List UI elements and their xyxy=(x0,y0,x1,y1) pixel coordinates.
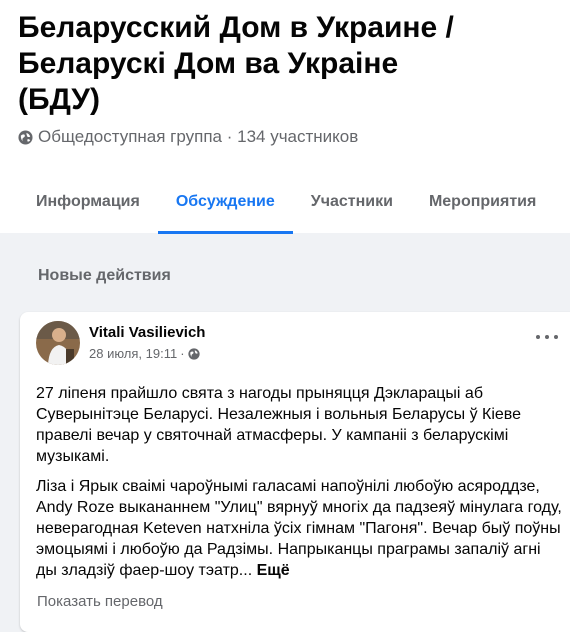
see-more-link[interactable]: Ещё xyxy=(257,562,290,579)
author-block: Vitali Vasilievich 28 июля, 19:11 · xyxy=(89,321,205,365)
section-label: Новые действия xyxy=(38,267,171,284)
tab-members[interactable]: Участники xyxy=(293,170,411,234)
post-header: Vitali Vasilievich 28 июля, 19:11 · xyxy=(20,312,570,365)
member-count[interactable]: 134 участников xyxy=(237,127,358,147)
group-tabs: Информация Обсуждение Участники Мероприя… xyxy=(18,169,554,234)
globe-icon xyxy=(18,129,33,145)
date-separator: · xyxy=(180,346,185,361)
avatar[interactable] xyxy=(36,321,80,365)
group-meta: Общедоступная группа · 134 участников xyxy=(18,127,552,147)
feed-post: Vitali Vasilievich 28 июля, 19:11 · 27 л… xyxy=(20,312,570,632)
post-date[interactable]: 28 июля, 19:11 xyxy=(89,346,177,361)
dot xyxy=(554,335,558,339)
post-paragraph-text: Ліза і Ярык сваімі чароўнымі галасамі на… xyxy=(36,478,562,579)
more-options-icon[interactable] xyxy=(536,332,558,342)
globe-icon xyxy=(187,347,200,360)
group-title[interactable]: Беларусский Дом в Украине / Беларускі До… xyxy=(18,10,552,118)
post-text: 27 ліпеня прайшло свята з нагоды прыняцц… xyxy=(20,365,570,581)
avatar-image xyxy=(36,321,80,365)
dot xyxy=(536,335,540,339)
post-paragraph: Ліза і Ярык сваімі чароўнымі галасамі на… xyxy=(36,476,564,581)
translate-link[interactable]: Показать перевод xyxy=(20,590,570,613)
group-title-line: Беларускі Дом ва Украіне xyxy=(18,47,399,80)
group-title-line: Беларусский Дом в Украине / xyxy=(18,11,454,44)
tab-events[interactable]: Мероприятия xyxy=(411,170,554,234)
dot xyxy=(545,335,549,339)
meta-separator: · xyxy=(222,127,238,146)
group-title-line: (БДУ) xyxy=(18,83,100,116)
tab-info[interactable]: Информация xyxy=(18,170,158,234)
privacy-label[interactable]: Общедоступная группа xyxy=(38,127,222,147)
tab-discussion[interactable]: Обсуждение xyxy=(157,170,293,234)
post-date-row: 28 июля, 19:11 · xyxy=(89,346,205,361)
post-paragraph: 27 ліпеня прайшло свята з нагоды прыняцц… xyxy=(36,385,522,465)
post-author[interactable]: Vitali Vasilievich xyxy=(89,324,205,341)
group-header: Беларусский Дом в Украине / Беларускі До… xyxy=(0,0,570,234)
